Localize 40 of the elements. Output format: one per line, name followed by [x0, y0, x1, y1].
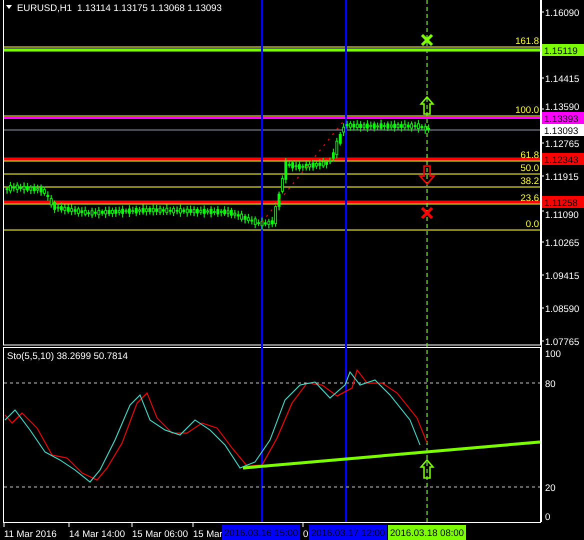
time-tag: 2016.03.18 08:00 — [388, 525, 466, 540]
time-tag: 2016.03.16 15:00 — [222, 525, 300, 540]
fibonacci-label: 50.0 — [520, 163, 539, 174]
time-label: 11 Mar 2016 — [4, 529, 57, 540]
down-arrow-icon — [418, 165, 436, 186]
price-tag: 1.15119 — [542, 44, 584, 57]
time-label: 14 Mar 14:00 — [69, 529, 125, 540]
chart-title: EURUSD,H1 1.13114 1.13175 1.13068 1.13093 — [17, 3, 222, 14]
cross-icon — [420, 206, 434, 220]
price-label: 1.13590 — [545, 102, 580, 113]
price-label: 1.14415 — [545, 74, 580, 85]
up-arrow-icon — [419, 458, 435, 479]
time-label: 15 Mar — [193, 529, 223, 540]
indicator-axis-label: 20 — [545, 483, 556, 494]
price-label: 1.11090 — [545, 210, 579, 221]
fibonacci-label: 161.8 — [515, 36, 539, 47]
price-label: 1.10265 — [545, 238, 580, 249]
indicator-label: Sto(5,5,10) 38.2699 50.7814 — [7, 351, 128, 362]
price-tag: 1.13393 — [542, 112, 584, 125]
time-label: 15 Mar 06:00 — [132, 529, 188, 540]
indicator-axis-label: 80 — [545, 379, 556, 390]
indicator-axis-label: 0 — [545, 512, 550, 523]
time-tag: 2016.03.17 12:00 — [309, 525, 387, 540]
fibonacci-label: 38.2 — [520, 176, 539, 187]
price-label: 1.07765 — [545, 337, 580, 348]
price-tag: 1.12343 — [542, 153, 584, 166]
price-label: 1.11915 — [545, 172, 579, 183]
cross-icon — [420, 34, 434, 46]
price-label: 1.09415 — [545, 271, 580, 282]
time-label: 0 — [303, 529, 308, 540]
price-tag: 1.13093 — [542, 124, 584, 137]
indicator-axis-label: 100 — [545, 349, 561, 360]
dropdown-icon — [6, 5, 12, 9]
up-arrow-icon — [419, 96, 435, 115]
price-label: 1.08590 — [545, 304, 580, 315]
fibonacci-label: 0.0 — [526, 219, 539, 230]
price-label: 1.16090 — [545, 8, 580, 19]
price-tag: 1.11258 — [542, 196, 584, 209]
fibonacci-label: 100.0 — [515, 105, 539, 116]
price-label: 1.12765 — [545, 139, 580, 150]
